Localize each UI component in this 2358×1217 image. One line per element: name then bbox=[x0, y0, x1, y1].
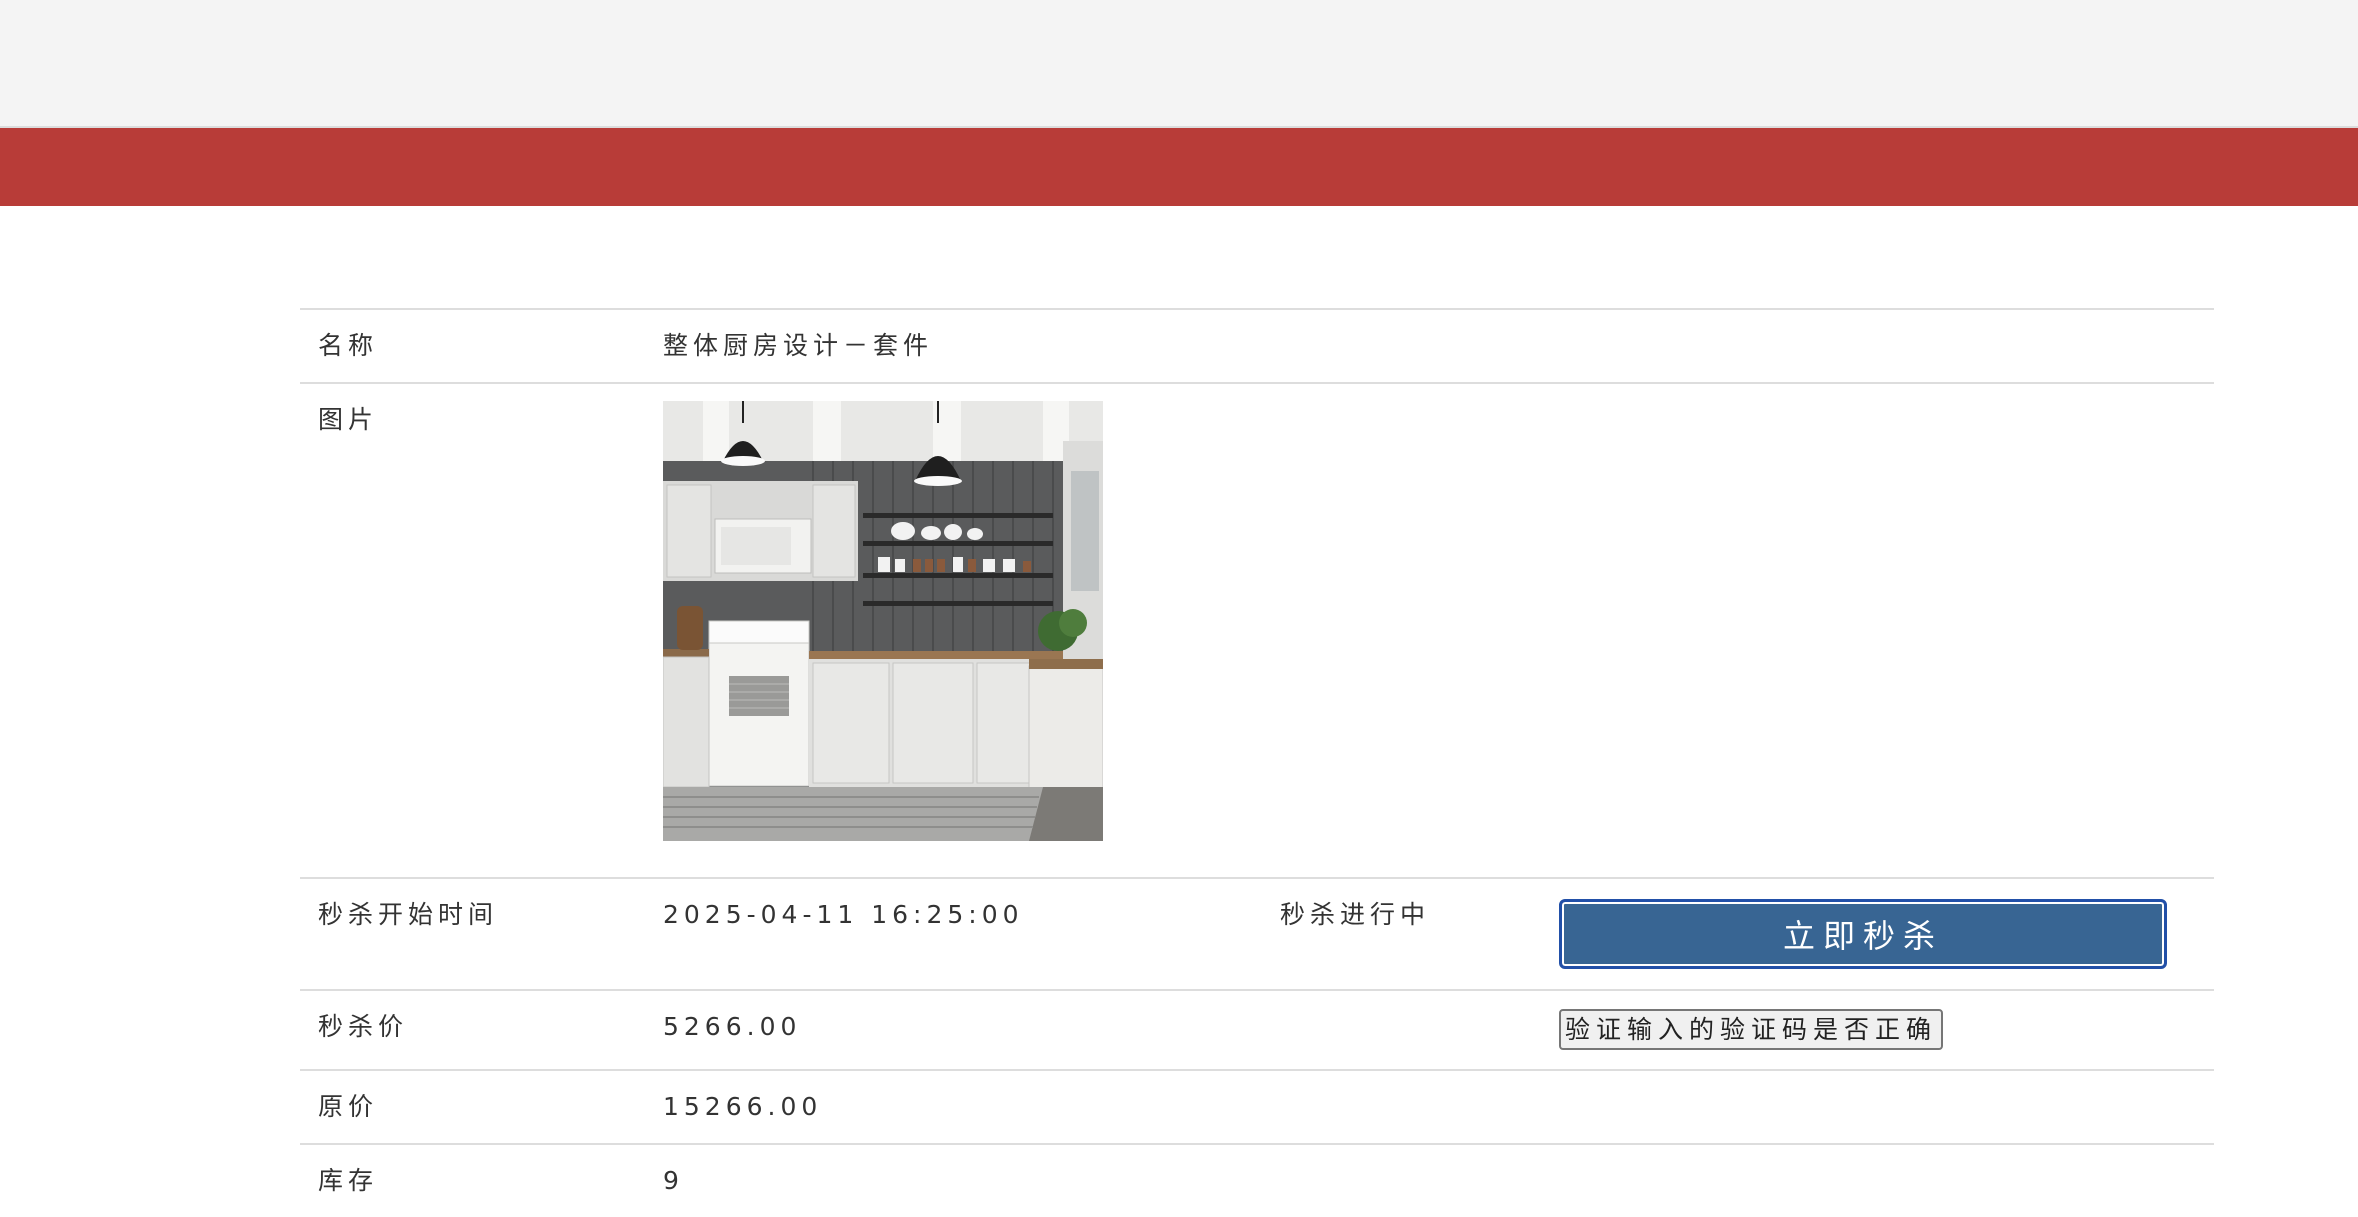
seckill-price-label: 秒杀价 bbox=[300, 989, 645, 1070]
top-bar bbox=[0, 0, 2358, 128]
original-price-value: 15266.00 bbox=[645, 1069, 2215, 1144]
table-row-image: 图片 bbox=[300, 382, 2215, 878]
table-row-seckill-price: 秒杀价 5266.00 验证输入的验证码是否正确 bbox=[300, 989, 2215, 1070]
table-row-start-time: 秒杀开始时间 2025-04-11 16:25:00 秒杀进行中 立即秒杀 bbox=[300, 877, 2215, 990]
seckill-now-button[interactable]: 立即秒杀 bbox=[1559, 899, 2167, 969]
seckill-price-value: 5266.00 bbox=[645, 989, 1262, 1070]
image-label: 图片 bbox=[300, 382, 645, 878]
original-price-label: 原价 bbox=[300, 1069, 645, 1144]
start-time-label: 秒杀开始时间 bbox=[300, 877, 645, 990]
product-detail-table: 名称 整体厨房设计－套件 图片 秒杀开始时间 2025-04-11 16:25:… bbox=[300, 308, 2215, 1217]
empty-cell bbox=[1262, 989, 1559, 1070]
verify-captcha-button[interactable]: 验证输入的验证码是否正确 bbox=[1559, 1009, 1944, 1050]
image-cell bbox=[645, 382, 2215, 878]
table-row-original-price: 原价 15266.00 bbox=[300, 1069, 2215, 1144]
verify-button-cell: 验证输入的验证码是否正确 bbox=[1559, 989, 2215, 1070]
name-value: 整体厨房设计－套件 bbox=[645, 308, 2215, 383]
kill-button-cell: 立即秒杀 bbox=[1559, 877, 2215, 990]
table-row-name: 名称 整体厨房设计－套件 bbox=[300, 308, 2215, 383]
kitchen-product-image bbox=[663, 401, 1103, 841]
start-time-value: 2025-04-11 16:25:00 bbox=[645, 877, 1262, 990]
red-header-bar bbox=[0, 128, 2358, 206]
stock-value: 9 bbox=[645, 1143, 2215, 1217]
stock-label: 库存 bbox=[300, 1143, 645, 1217]
table-row-stock: 库存 9 bbox=[300, 1143, 2215, 1217]
status-text: 秒杀进行中 bbox=[1262, 877, 1559, 990]
name-label: 名称 bbox=[300, 308, 645, 383]
